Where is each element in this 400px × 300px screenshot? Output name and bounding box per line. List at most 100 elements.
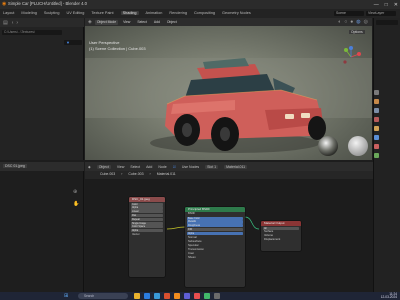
render-tab-icon[interactable] [374,99,379,104]
image-selector[interactable]: DSC 01.jpeg [3,164,27,168]
data-tab-icon[interactable] [374,153,379,158]
alpha-field[interactable]: Alpha [187,231,243,235]
properties-search[interactable] [376,20,398,25]
spotify-icon[interactable] [204,293,210,299]
shader-type-selector[interactable]: Object [96,165,111,169]
gizmo-y-handle[interactable] [344,48,348,52]
overlay-icon[interactable]: ◐ [338,19,341,25]
scene-selector[interactable]: Scene [334,11,364,16]
viewport-shading-buttons: ◐ ○ ● ◍ ◎ [338,19,368,25]
object-tab-icon[interactable] [374,126,379,131]
node-add-menu[interactable]: Add [146,165,152,169]
wireframe-shading-icon[interactable]: ○ [344,19,347,25]
breadcrumb-material[interactable]: Material.011 [157,172,176,176]
office-icon[interactable] [164,293,170,299]
node-view-menu[interactable]: View [117,165,125,169]
tab-uv-editing[interactable]: UV Editing [66,11,84,15]
tab-rendering[interactable]: Rendering [169,11,187,15]
material-output-node[interactable]: Material Output All Surface Volume Displ… [261,221,301,251]
tab-texture-paint[interactable]: Texture Paint [91,11,113,15]
mode-selector[interactable]: Object Mode [94,19,119,25]
pan-hand-icon[interactable]: ✋ [73,201,79,207]
metallic-field[interactable]: Metallic [187,220,243,224]
node-select-menu[interactable]: Select [130,165,140,169]
close-button[interactable]: ✕ [394,2,398,8]
sheen-section[interactable]: Sheen [185,256,245,260]
edge-browser-icon[interactable] [144,293,150,299]
interpolation-select[interactable]: Linear [131,210,163,214]
file-explorer-icon[interactable] [134,293,140,299]
scene-tab-icon[interactable] [374,117,379,122]
modifier-tab-icon[interactable] [374,135,379,140]
filter-button[interactable]: ▼ [64,40,82,45]
tool-tab-icon[interactable] [374,90,379,95]
principled-bsdf-node[interactable]: Principled BSDF BSDF Base Color Metallic… [185,207,245,287]
store-icon[interactable] [154,293,160,299]
options-button[interactable]: Options [349,30,365,34]
output-tab-icon[interactable] [374,108,379,113]
gizmo-x-handle[interactable] [357,52,361,56]
image-editor-header: DSC 01.jpeg [0,162,84,171]
extension-select[interactable]: Repeat [131,217,163,221]
taillight-right [301,113,310,118]
editor-type-icon[interactable]: ◈ [88,19,92,25]
source-select[interactable]: Single Image [131,221,163,225]
solid-shading-icon[interactable]: ● [350,19,353,25]
editor-type-icon[interactable]: ◈ [88,164,91,170]
view-menu[interactable]: View [121,20,132,25]
zoom-icon[interactable]: ⊕ [73,189,77,195]
minimize-button[interactable]: — [374,2,379,8]
use-nodes-checkbox[interactable]: ☑ [173,165,176,169]
image-texture-alpha-socket[interactable]: Alpha [131,206,163,210]
file-path-field[interactable]: C:\Users\...\Textures\ [2,30,62,35]
tab-shading[interactable]: Shading [120,11,139,15]
material-output-node-title: Material Output [261,221,301,226]
tab-animation[interactable]: Animation [146,11,163,15]
roughness-field[interactable]: Roughness [187,224,243,228]
image-texture-node[interactable]: DSC_01.jpeg Color Alpha Linear Flat Repe… [129,197,165,277]
material-selector[interactable]: Material.011 [224,165,248,169]
system-tray[interactable]: 11:24 12-03-2024 [381,292,397,299]
tab-compositing[interactable]: Compositing [194,11,215,15]
image-editor-panel[interactable]: ⊕ ✋ [0,171,84,292]
projection-select[interactable]: Flat [131,213,163,218]
windows-start-icon[interactable]: ⊞ [64,293,68,299]
gizmo-z-handle[interactable] [349,46,353,50]
image-texture-color-socket[interactable]: Color [131,202,163,206]
alpha-mode-select[interactable]: Alpha [131,229,163,233]
maximize-button[interactable]: □ [385,2,388,8]
blender-logo-icon: ◉ [2,1,7,7]
teams-icon[interactable] [184,293,190,299]
blender-taskbar-icon[interactable] [174,293,180,299]
material-shading-icon[interactable]: ◍ [356,19,360,25]
navigation-gizmo[interactable] [340,46,362,68]
color-space-select[interactable]: Color Space [131,225,163,229]
rendered-shading-icon[interactable]: ◎ [364,19,368,25]
node-node-menu[interactable]: Node [158,165,166,169]
vector-socket[interactable]: Vector [129,233,165,237]
view-layer-selector[interactable]: ViewLayer [366,11,396,16]
media-icon[interactable] [194,293,200,299]
settings-icon[interactable] [214,293,220,299]
back-arrow-icon[interactable]: ‹ [12,20,14,26]
tab-sculpting[interactable]: Sculpting [44,11,60,15]
material-tab-icon[interactable] [374,144,379,149]
object-menu[interactable]: Object [165,20,179,25]
ior-field[interactable]: IOR [187,227,243,232]
tab-modeling[interactable]: Modeling [21,11,36,15]
tab-layout[interactable]: Layout [3,11,14,15]
breadcrumb-object[interactable]: Cube.003 [100,172,115,176]
bsdf-output-socket[interactable]: BSDF [185,212,245,216]
taskbar-search[interactable]: Search [78,293,128,299]
add-menu[interactable]: Add [152,20,162,25]
node-editor-canvas[interactable]: DSC_01.jpeg Color Alpha Linear Flat Repe… [85,179,373,292]
slot-selector[interactable]: Slot 1 [205,165,219,169]
tab-geometry-nodes[interactable]: Geometry Nodes [222,11,251,15]
forward-arrow-icon[interactable]: › [16,20,18,26]
base-color-field[interactable]: Base Color [187,216,243,220]
displacement-socket[interactable]: Displacement [261,238,301,242]
breadcrumb-mesh[interactable]: Cube.003 [128,172,143,176]
gizmo-neg-x-handle[interactable] [343,60,347,64]
folder-icon[interactable]: ▤ [3,20,8,26]
select-menu[interactable]: Select [135,20,148,25]
